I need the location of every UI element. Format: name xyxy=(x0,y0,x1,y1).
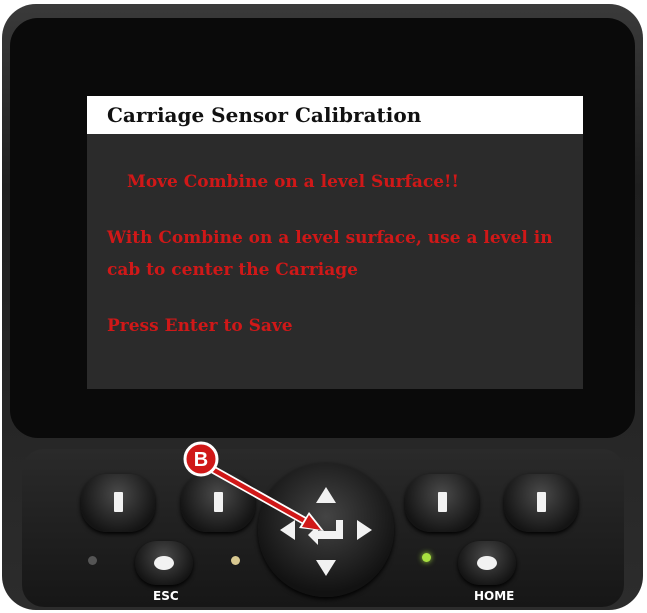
callout-label: B xyxy=(194,449,208,471)
callout-arrow xyxy=(209,466,313,527)
callout-overlay: B xyxy=(183,441,324,531)
